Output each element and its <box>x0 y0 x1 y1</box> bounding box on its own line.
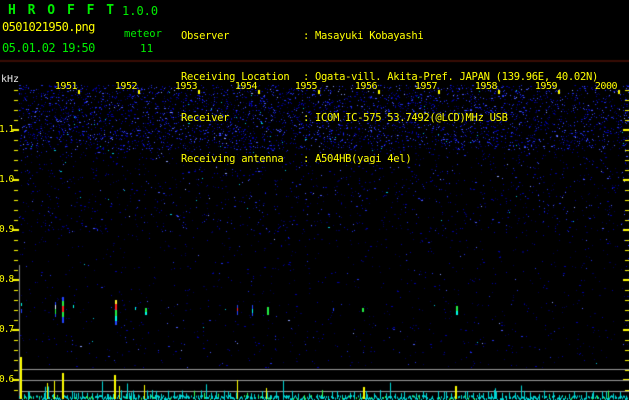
info-label: Observer <box>181 30 230 43</box>
freq-label: 0.9 <box>0 224 14 235</box>
app-version: 1.0.0 <box>122 4 159 18</box>
info-colon: : <box>303 30 310 43</box>
freq-label: 0.7 <box>0 324 14 335</box>
freq-label: 0.6 <box>0 374 14 385</box>
time-label: 2000 <box>594 81 618 92</box>
time-label: 1955 <box>294 81 318 92</box>
info-label: Receiving antenna <box>181 152 284 165</box>
hrofft-image: { "header": { "app_title": "H R O F F T"… <box>0 0 629 400</box>
info-value: ICOM IC-575 53.7492(@LCD)MHz USB <box>315 111 508 124</box>
time-label: 1953 <box>174 81 198 92</box>
info-value: A504HB(yagi 4el) <box>315 152 412 165</box>
info-label: Receiver <box>181 111 230 124</box>
freq-label: 0.8 <box>0 274 14 285</box>
info-colon: : <box>303 152 310 165</box>
app-title: H R O F F T <box>8 3 117 18</box>
mode-label: meteor <box>124 28 162 40</box>
time-label: 1956 <box>354 81 378 92</box>
freq-label: 1.1 <box>0 124 14 135</box>
time-label: 1952 <box>114 81 138 92</box>
time-label: 1957 <box>414 81 438 92</box>
freq-label: 1.0 <box>0 174 14 185</box>
time-label: 1959 <box>534 81 558 92</box>
info-value: Masayuki Kobayashi <box>315 30 424 43</box>
time-label: 1954 <box>234 81 258 92</box>
frequency-unit-label: kHz <box>1 74 20 85</box>
info-row-antenna: Receiving antenna: A504HB(yagi 4el) <box>181 153 598 167</box>
plot-area: H R O F F T 1.0.0 0501021950.png meteor … <box>0 0 629 400</box>
output-filename: 0501021950.png <box>2 20 95 34</box>
info-row-receiver: Receiver: ICOM IC-575 53.7492(@LCD)MHz US… <box>181 112 598 126</box>
time-label: 1958 <box>474 81 498 92</box>
time-label: 1951 <box>54 81 78 92</box>
echo-count: 11 <box>140 42 154 55</box>
station-info-block: Observer: Masayuki Kobayashi Receiving Lo… <box>181 3 598 193</box>
info-row-observer: Observer: Masayuki Kobayashi <box>181 30 598 44</box>
datetime-label: 05.01.02 19:50 <box>2 41 95 55</box>
info-colon: : <box>303 111 310 124</box>
